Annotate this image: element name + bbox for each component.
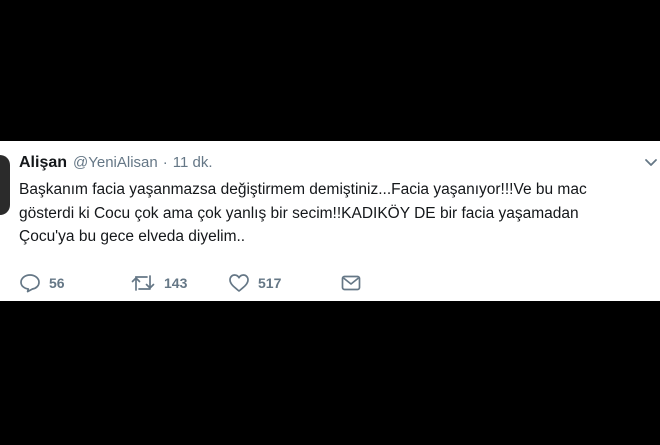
tweet-text-line: gösterdi ki Cocu çok ama çok yanlış bir … (19, 204, 579, 222)
reply-count: 56 (49, 275, 65, 291)
tweet-text: Başkanım facia yaşanmazsa değiştirmem de… (19, 178, 649, 249)
envelope-icon (340, 273, 362, 293)
tweet-actions: 56 143 517 (19, 272, 362, 294)
tweet-text-line: Başkanım facia yaşanmazsa değiştirmem de… (19, 181, 587, 198)
heart-icon (228, 273, 250, 293)
screenshot-frame: Alişan @YeniAlisan · 11 dk. Başkanım fac… (0, 0, 660, 445)
reply-button[interactable]: 56 (19, 273, 130, 293)
separator-dot: · (162, 154, 168, 171)
like-button[interactable]: 517 (228, 273, 340, 293)
avatar[interactable] (0, 155, 10, 215)
direct-message-button[interactable] (340, 273, 362, 293)
user-handle[interactable]: @YeniAlisan (73, 154, 158, 171)
timestamp[interactable]: 11 dk. (173, 154, 213, 171)
display-name[interactable]: Alişan (19, 154, 67, 172)
chevron-down-icon[interactable] (644, 155, 658, 169)
tweet-text-line: Çocu'ya bu gece elveda diyelim.. (19, 228, 246, 245)
reply-icon (19, 273, 41, 293)
like-count: 517 (258, 275, 282, 291)
retweet-button[interactable]: 143 (130, 273, 228, 293)
tweet-card[interactable]: Alişan @YeniAlisan · 11 dk. Başkanım fac… (0, 141, 660, 301)
tweet-header: Alişan @YeniAlisan · 11 dk. (19, 154, 213, 176)
retweet-count: 143 (164, 275, 188, 291)
retweet-icon (130, 273, 156, 293)
